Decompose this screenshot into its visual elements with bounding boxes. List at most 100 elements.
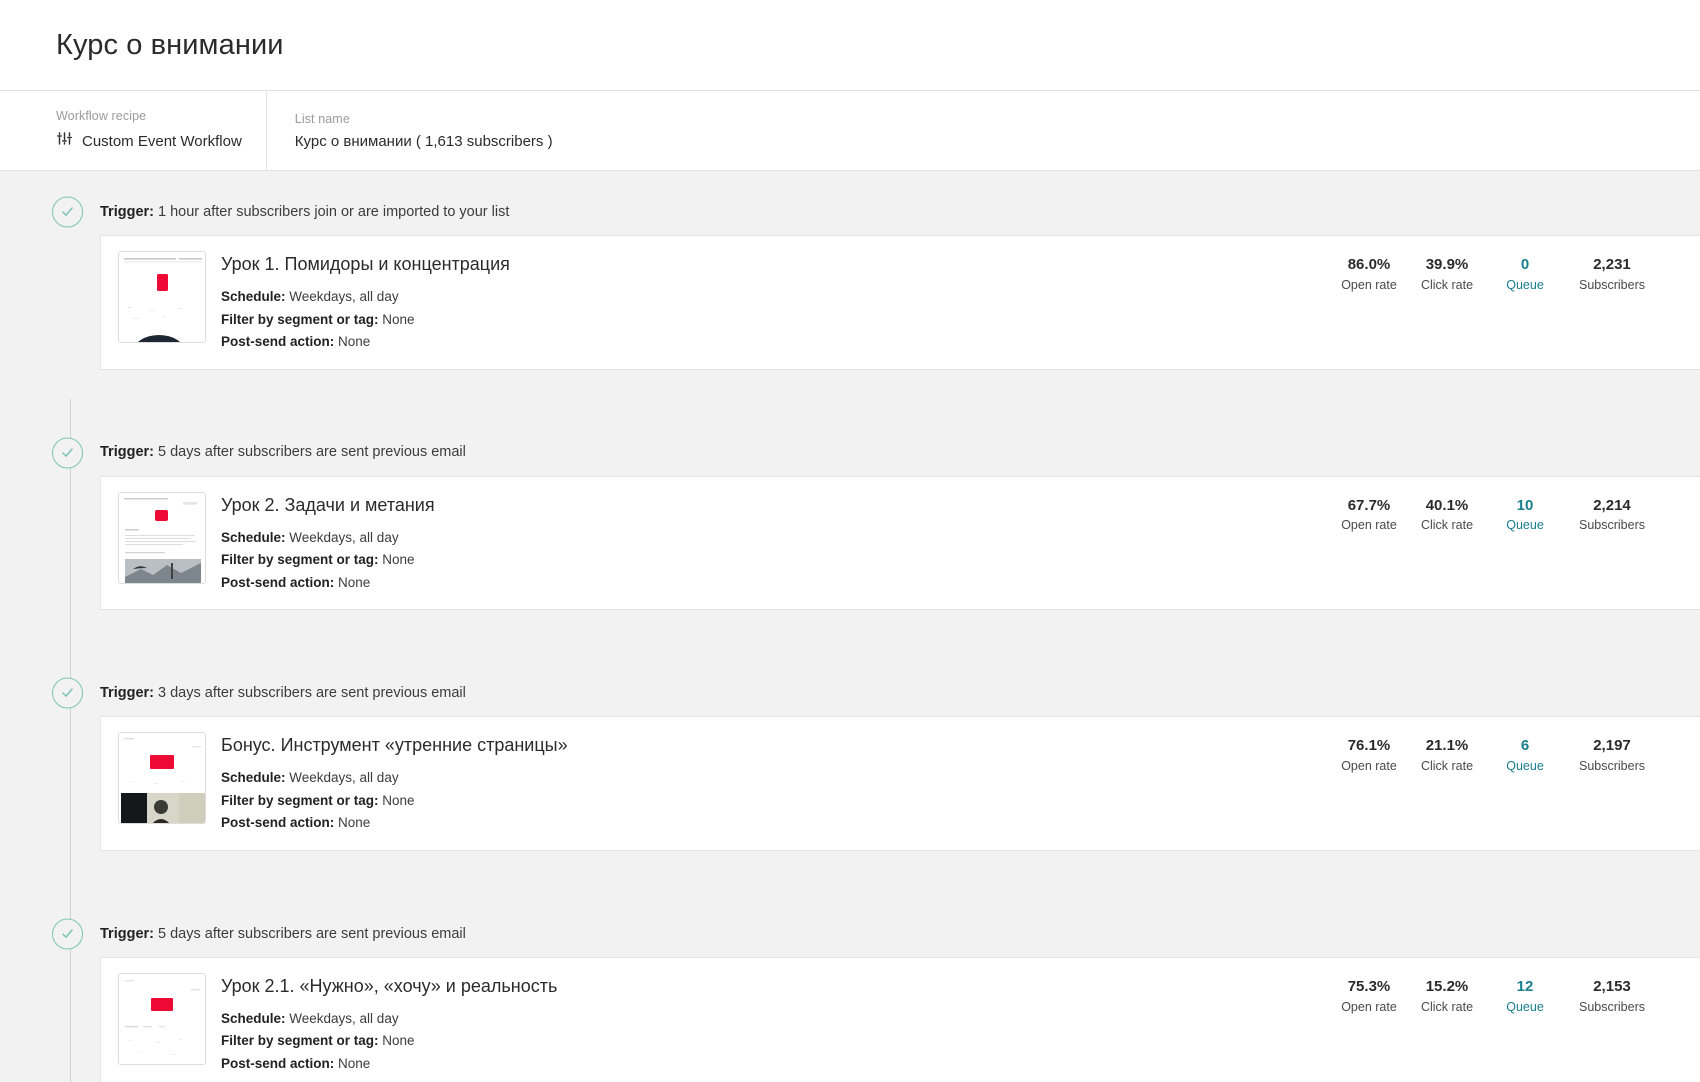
check-circle-icon[interactable] [52, 918, 83, 950]
queue-value[interactable]: 0 [1494, 256, 1556, 275]
click-rate-label: Click rate [1420, 758, 1474, 773]
step-trigger-row: Trigger: 5 days after subscribers are se… [52, 430, 1700, 476]
email-stats: 76.1% Open rate 21.1% Click rate 6 Queue… [1330, 732, 1700, 774]
workflow-recipe-value: Custom Event Workflow [82, 132, 242, 150]
workflow-step: Trigger: 5 days after subscribers are se… [0, 911, 1700, 1082]
stat-subscribers: 2,197 Subscribers [1564, 737, 1660, 774]
trigger-value: 1 hour after subscribers join or are imp… [153, 203, 510, 220]
subscribers-label: Subscribers [1579, 999, 1645, 1014]
postsend-value: None [334, 1055, 371, 1071]
email-card-body: Урок 1. Помидоры и концентрация Schedule… [206, 251, 1330, 354]
click-rate-label: Click rate [1420, 518, 1474, 533]
trigger-label: Trigger: [100, 925, 154, 942]
open-rate-label: Open rate [1341, 999, 1397, 1014]
email-card[interactable]: Урок 2.1. «Нужно», «хочу» и реальность S… [100, 956, 1700, 1082]
postsend-detail: Post-send action: None [221, 331, 1330, 354]
email-title[interactable]: Бонус. Инструмент «утренние страницы» [221, 735, 1330, 756]
queue-label[interactable]: Queue [1494, 518, 1556, 533]
check-circle-icon[interactable] [52, 677, 83, 709]
list-name-value: Курс о внимании ( 1,613 subscribers ) [294, 132, 553, 150]
email-thumbnail-2[interactable] [118, 491, 206, 584]
trigger-value: 3 days after subscribers are sent previo… [153, 685, 466, 702]
step-trigger-row: Trigger: 3 days after subscribers are se… [52, 670, 1700, 716]
open-rate-value: 75.3% [1347, 977, 1391, 995]
schedule-detail: Schedule: Weekdays, all day [221, 1008, 1330, 1031]
click-rate-label: Click rate [1420, 277, 1474, 292]
subscribers-value: 2,153 [1593, 977, 1631, 995]
postsend-value: None [334, 334, 371, 350]
click-rate-value: 15.2% [1425, 977, 1469, 995]
postsend-detail: Post-send action: None [221, 812, 1330, 835]
postsend-label: Post-send action: [221, 1055, 335, 1071]
email-title[interactable]: Урок 2. Задачи и метания [221, 495, 1330, 516]
subscribers-label: Subscribers [1579, 518, 1645, 533]
email-card[interactable]: Урок 2. Задачи и метания Schedule: Weekd… [100, 475, 1700, 611]
filter-value: None [378, 311, 415, 327]
open-rate-label: Open rate [1341, 758, 1397, 773]
subscribers-value: 2,214 [1593, 496, 1631, 514]
open-rate-label: Open rate [1341, 518, 1397, 533]
email-thumbnail-4[interactable] [118, 972, 206, 1065]
stat-click-rate: 40.1% Click rate [1408, 497, 1486, 534]
workflow-step: Trigger: 1 hour after subscribers join o… [0, 189, 1700, 370]
list-name-label: List name [294, 111, 350, 126]
trigger-text: Trigger: 5 days after subscribers are se… [100, 924, 466, 944]
stat-queue[interactable]: 12 Queue [1486, 978, 1564, 1015]
queue-value[interactable]: 6 [1494, 737, 1556, 756]
check-circle-icon[interactable] [52, 437, 83, 469]
step-trigger-row: Trigger: 5 days after subscribers are se… [52, 911, 1700, 957]
stat-click-rate: 15.2% Click rate [1408, 978, 1486, 1015]
open-rate-value: 86.0% [1347, 256, 1391, 273]
queue-value[interactable]: 12 [1494, 978, 1556, 997]
workflow-recipe-cell: Workflow recipe Custom Event Workflow [0, 91, 266, 170]
email-stats: 86.0% Open rate 39.9% Click rate 0 Queue… [1330, 251, 1700, 293]
workflow-step: Trigger: 3 days after subscribers are se… [0, 670, 1700, 851]
email-title[interactable]: Урок 2.1. «Нужно», «хочу» и реальность [221, 976, 1330, 997]
email-title[interactable]: Урок 1. Помидоры и концентрация [221, 254, 1330, 275]
schedule-value: Weekdays, all day [285, 289, 399, 304]
schedule-value: Weekdays, all day [285, 1010, 399, 1026]
stat-open-rate: 75.3% Open rate [1330, 978, 1408, 1015]
filter-detail: Filter by segment or tag: None [221, 549, 1330, 572]
filter-label: Filter by segment or tag: [221, 1033, 379, 1049]
email-card-body: Урок 2.1. «Нужно», «хочу» и реальность S… [206, 973, 1330, 1076]
stat-queue[interactable]: 0 Queue [1486, 256, 1564, 293]
click-rate-value: 40.1% [1425, 496, 1469, 514]
stat-queue[interactable]: 6 Queue [1486, 737, 1564, 774]
queue-label[interactable]: Queue [1494, 759, 1556, 774]
postsend-value: None [334, 815, 371, 831]
queue-label[interactable]: Queue [1494, 278, 1556, 293]
email-card[interactable]: Урок 1. Помидоры и концентрация Schedule… [100, 235, 1700, 370]
schedule-label: Schedule: [221, 770, 286, 786]
email-thumbnail-1[interactable] [118, 251, 206, 343]
stat-subscribers: 2,214 Subscribers [1564, 497, 1660, 534]
email-thumbnail-3[interactable] [118, 732, 206, 825]
schedule-detail: Schedule: Weekdays, all day [221, 767, 1330, 790]
workflow-meta-bar: Workflow recipe Custom Event Workflow Li… [0, 91, 1700, 171]
open-rate-value: 67.7% [1347, 496, 1391, 514]
click-rate-label: Click rate [1420, 999, 1474, 1014]
stat-queue[interactable]: 10 Queue [1486, 497, 1564, 534]
list-name-cell: List name Курс о внимании ( 1,613 subscr… [265, 91, 577, 170]
trigger-text: Trigger: 1 hour after subscribers join o… [100, 202, 509, 222]
postsend-detail: Post-send action: None [221, 1053, 1330, 1076]
stat-click-rate: 39.9% Click rate [1408, 256, 1486, 293]
check-circle-icon[interactable] [52, 196, 83, 228]
queue-value[interactable]: 10 [1494, 497, 1556, 516]
postsend-detail: Post-send action: None [221, 572, 1330, 595]
workflow-recipe-label: Workflow recipe [56, 109, 147, 123]
page-header: Курс о внимании [0, 0, 1700, 91]
subscribers-value: 2,231 [1593, 256, 1631, 273]
workflow-step: Trigger: 5 days after subscribers are se… [0, 430, 1700, 611]
email-card-body: Урок 2. Задачи и метания Schedule: Weekd… [206, 492, 1330, 595]
email-card[interactable]: Бонус. Инструмент «утренние страницы» Sc… [100, 716, 1700, 851]
stat-subscribers: 2,231 Subscribers [1564, 256, 1660, 293]
sliders-icon [56, 130, 73, 152]
open-rate-value: 76.1% [1347, 737, 1391, 755]
queue-label[interactable]: Queue [1494, 1000, 1556, 1015]
trigger-label: Trigger: [100, 444, 154, 461]
stat-open-rate: 67.7% Open rate [1330, 497, 1408, 534]
schedule-value: Weekdays, all day [285, 529, 399, 545]
filter-label: Filter by segment or tag: [221, 311, 379, 327]
filter-detail: Filter by segment or tag: None [221, 309, 1330, 332]
